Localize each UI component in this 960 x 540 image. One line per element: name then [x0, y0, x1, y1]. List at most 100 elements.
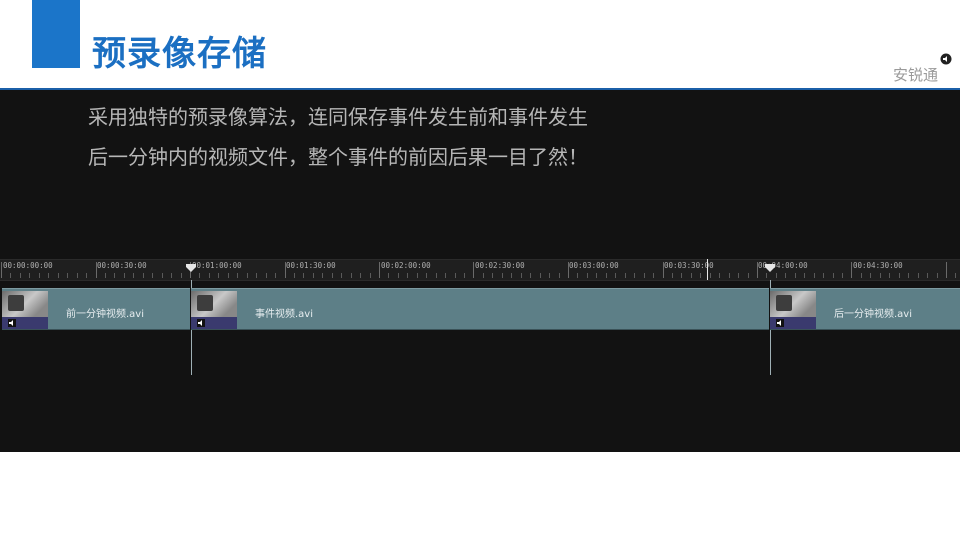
ruler-tick — [473, 262, 474, 278]
ruler-tick — [719, 273, 720, 278]
ruler-tick — [615, 273, 616, 278]
ruler-tick — [303, 273, 304, 278]
ruler-tick — [700, 273, 701, 278]
ruler-tick — [653, 273, 654, 278]
ruler-tick — [181, 273, 182, 278]
ruler-tick — [124, 273, 125, 278]
ruler-tick — [275, 273, 276, 278]
ruler-tick — [152, 273, 153, 278]
ruler-tick — [20, 273, 21, 278]
ruler-tick — [851, 262, 852, 278]
ruler-tick — [77, 273, 78, 278]
ruler-tick — [634, 273, 635, 278]
clip-pre-event[interactable]: 前一分钟视频.avi — [2, 288, 190, 330]
ruler-tick — [266, 273, 267, 278]
ruler-tick — [143, 273, 144, 278]
ruler-tick — [833, 273, 834, 278]
ruler-tick — [58, 273, 59, 278]
ruler-tick — [133, 273, 134, 278]
page-title: 预录像存储 — [92, 34, 267, 74]
clip-event[interactable]: 事件视频.avi — [191, 288, 769, 330]
ruler-tick — [29, 273, 30, 278]
ruler-tick — [540, 273, 541, 278]
ruler-tick — [171, 273, 172, 278]
ruler-tick — [511, 273, 512, 278]
ruler-tick — [738, 273, 739, 278]
ruler-tick — [10, 273, 11, 278]
ruler-tick — [521, 273, 522, 278]
ruler-tick — [407, 273, 408, 278]
speaker-icon — [940, 53, 952, 65]
ruler-tick — [672, 273, 673, 278]
ruler-tick — [681, 273, 682, 278]
ruler-tick — [842, 273, 843, 278]
ruler-tick — [804, 273, 805, 278]
time-ruler[interactable]: 00:00:00:00 00:00:30:00 00:01:00:00 00:0… — [0, 259, 960, 281]
ruler-tick — [568, 262, 569, 278]
ruler-tick — [436, 273, 437, 278]
ruler-tick — [908, 273, 909, 278]
ruler-tick — [691, 273, 692, 278]
ruler-tick — [870, 273, 871, 278]
tick-label: 00:01:00:00 — [192, 261, 242, 270]
ruler-tick — [757, 262, 758, 278]
ruler-tick — [455, 273, 456, 278]
speaker-icon — [776, 319, 784, 327]
ruler-tick — [48, 273, 49, 278]
speaker-icon — [8, 319, 16, 327]
ruler-tick — [559, 273, 560, 278]
clip-post-event[interactable]: 后一分钟视频.avi — [770, 288, 960, 330]
ruler-tick — [332, 273, 333, 278]
ruler-tick — [946, 262, 947, 278]
ruler-tick — [530, 273, 531, 278]
tick-label: 00:03:00:00 — [569, 261, 619, 270]
ruler-tick — [889, 273, 890, 278]
ruler-tick — [39, 273, 40, 278]
ruler-tick — [776, 273, 777, 278]
ruler-tick — [209, 273, 210, 278]
tick-label: 00:02:30:00 — [475, 261, 525, 270]
speaker-icon — [197, 319, 205, 327]
ruler-tick — [502, 273, 503, 278]
ruler-tick — [341, 273, 342, 278]
ruler-tick — [247, 273, 248, 278]
ruler-tick — [370, 273, 371, 278]
ruler-tick — [483, 273, 484, 278]
playhead[interactable] — [707, 259, 708, 280]
ruler-tick — [955, 273, 956, 278]
ruler-tick — [710, 273, 711, 278]
ruler-tick — [322, 273, 323, 278]
ruler-tick — [294, 273, 295, 278]
ruler-tick — [398, 273, 399, 278]
description-line-2: 后一分钟内的视频文件，整个事件的前因后果一目了然！ — [88, 145, 588, 169]
ruler-tick — [625, 273, 626, 278]
marker-icon[interactable] — [186, 264, 196, 272]
ruler-tick — [285, 262, 286, 278]
ruler-tick — [918, 273, 919, 278]
brand-name: 安锐通 — [893, 66, 939, 84]
ruler-tick — [237, 273, 238, 278]
clip-label: 事件视频.avi — [255, 309, 314, 320]
ruler-tick — [663, 262, 664, 278]
ruler-tick — [256, 273, 257, 278]
marker-icon[interactable] — [765, 264, 775, 272]
tick-label: 00:00:00:00 — [3, 261, 53, 270]
ruler-tick — [417, 273, 418, 278]
ruler-tick — [899, 273, 900, 278]
ruler-tick — [729, 273, 730, 278]
ruler-tick — [199, 273, 200, 278]
ruler-tick — [814, 273, 815, 278]
ruler-tick — [748, 273, 749, 278]
ruler-tick — [67, 273, 68, 278]
tick-label: 00:00:30:00 — [97, 261, 147, 270]
ruler-tick — [218, 273, 219, 278]
ruler-tick — [549, 273, 550, 278]
ruler-tick — [823, 273, 824, 278]
ruler-tick — [596, 273, 597, 278]
ruler-tick — [606, 273, 607, 278]
ruler-tick — [937, 273, 938, 278]
ruler-tick — [96, 262, 97, 278]
ruler-tick — [861, 273, 862, 278]
clip-label: 前一分钟视频.avi — [66, 309, 145, 320]
tick-label: 00:04:30:00 — [853, 261, 903, 270]
